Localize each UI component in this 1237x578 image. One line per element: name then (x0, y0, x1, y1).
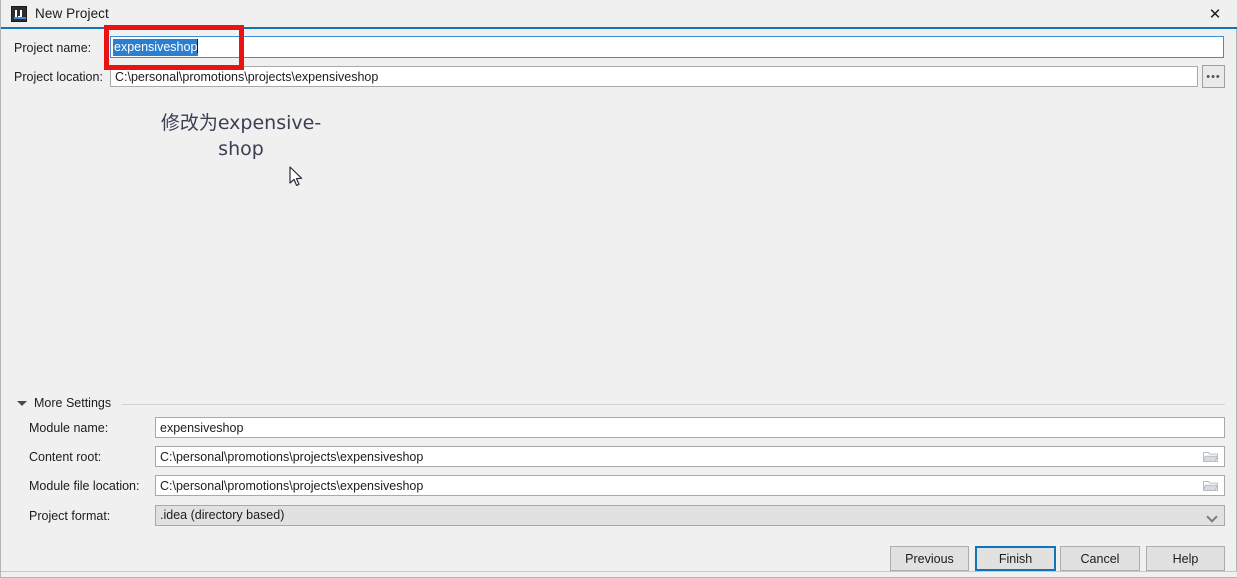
title-bar: New Project ✕ (1, 0, 1237, 29)
module-file-location-input[interactable]: C:\personal\promotions\projects\expensiv… (155, 475, 1225, 496)
module-name-label: Module name: (29, 421, 109, 435)
project-name-value: expensiveshop (113, 39, 199, 56)
browse-location-button[interactable]: ••• (1202, 65, 1225, 88)
intellij-idea-logo-icon (11, 6, 27, 22)
content-root-label: Content root: (29, 450, 102, 464)
content-root-input[interactable]: C:\personal\promotions\projects\expensiv… (155, 446, 1225, 467)
project-format-dropdown[interactable]: .idea (directory based) (155, 505, 1225, 526)
close-icon[interactable]: ✕ (1192, 0, 1237, 27)
content-root-value: C:\personal\promotions\projects\expensiv… (160, 450, 424, 464)
module-file-location-value: C:\personal\promotions\projects\expensiv… (160, 479, 424, 493)
cancel-button[interactable]: Cancel (1060, 546, 1140, 571)
chevron-down-icon (17, 401, 27, 406)
previous-button[interactable]: Previous (890, 546, 969, 571)
module-file-location-label: Module file location: (29, 479, 140, 493)
folder-icon[interactable] (1203, 451, 1218, 463)
project-location-input[interactable]: C:\personal\promotions\projects\expensiv… (110, 66, 1198, 87)
folder-icon[interactable] (1203, 480, 1218, 492)
project-format-label: Project format: (29, 509, 111, 523)
project-location-label: Project location: (14, 70, 103, 84)
project-name-label: Project name: (14, 41, 92, 55)
window-title: New Project (35, 6, 109, 21)
ellipsis-icon: ••• (1206, 71, 1221, 83)
more-settings-label: More Settings (34, 396, 112, 410)
finish-button[interactable]: Finish (975, 546, 1056, 571)
text-caret (197, 39, 199, 53)
section-divider (122, 404, 1225, 405)
new-project-dialog: New Project ✕ Project name: expensivesho… (0, 0, 1237, 578)
help-button[interactable]: Help (1146, 546, 1225, 571)
mouse-cursor-icon (289, 166, 303, 186)
project-format-value: .idea (directory based) (160, 508, 285, 522)
project-name-input[interactable]: expensiveshop (110, 36, 1224, 58)
module-name-input[interactable]: expensiveshop (155, 417, 1225, 438)
more-settings-toggle[interactable]: More Settings (17, 396, 1225, 412)
chevron-down-icon (1208, 513, 1216, 521)
annotation-text: 修改为expensive-shop (160, 112, 322, 160)
bottom-strip (1, 571, 1237, 577)
